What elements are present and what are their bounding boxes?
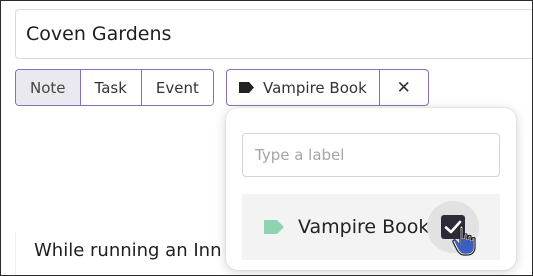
close-icon: ✕	[396, 77, 411, 98]
hand-pointer-icon	[452, 225, 476, 256]
label-chip-text: Vampire Book	[263, 78, 367, 97]
remove-label-button[interactable]: ✕	[380, 70, 428, 105]
note-editor: While running an Inn Coven Gardens Note …	[0, 0, 533, 276]
note-type-selector: Note Task Event	[15, 69, 214, 106]
label-chip: Vampire Book ✕	[226, 69, 429, 106]
note-type-label: Note	[30, 78, 66, 97]
note-title-input[interactable]: Coven Gardens	[15, 9, 532, 59]
tag-icon	[239, 82, 254, 93]
event-type-label: Event	[155, 78, 199, 97]
label-search-input[interactable]: Type a label	[242, 133, 500, 177]
note-type-button[interactable]: Note	[16, 70, 81, 105]
event-type-button[interactable]: Event	[141, 70, 213, 105]
tag-icon	[264, 220, 284, 234]
label-option-text: Vampire Book	[298, 216, 430, 238]
label-search-placeholder: Type a label	[255, 146, 345, 164]
label-chip-button[interactable]: Vampire Book	[227, 70, 380, 105]
note-body-text: While running an Inn	[34, 240, 222, 261]
task-type-label: Task	[94, 78, 127, 97]
note-title-text: Coven Gardens	[26, 23, 172, 45]
task-type-button[interactable]: Task	[80, 70, 142, 105]
